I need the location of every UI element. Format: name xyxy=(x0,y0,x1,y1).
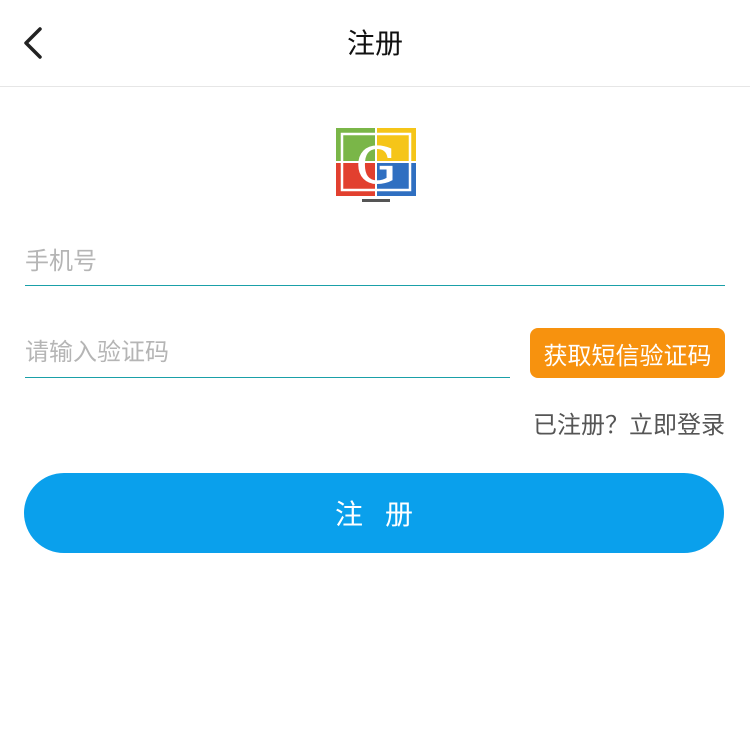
nav-bar: 注册 xyxy=(0,0,750,87)
svg-text:G: G xyxy=(356,137,396,195)
page-title: 注册 xyxy=(346,27,403,60)
get-sms-code-button[interactable]: 获取短信验证码 xyxy=(530,328,725,378)
register-button[interactable]: 注册 xyxy=(24,473,724,553)
verification-code-field[interactable] xyxy=(25,327,510,378)
app-logo: G xyxy=(336,128,416,202)
phone-field[interactable] xyxy=(25,236,725,286)
phone-input[interactable] xyxy=(25,236,725,285)
register-page: 注册 G 获取短信验证码 已注册？立即登录 注册 xyxy=(0,0,750,730)
login-link[interactable]: 已注册？立即登录 xyxy=(533,408,725,442)
verification-code-input[interactable] xyxy=(25,327,510,377)
